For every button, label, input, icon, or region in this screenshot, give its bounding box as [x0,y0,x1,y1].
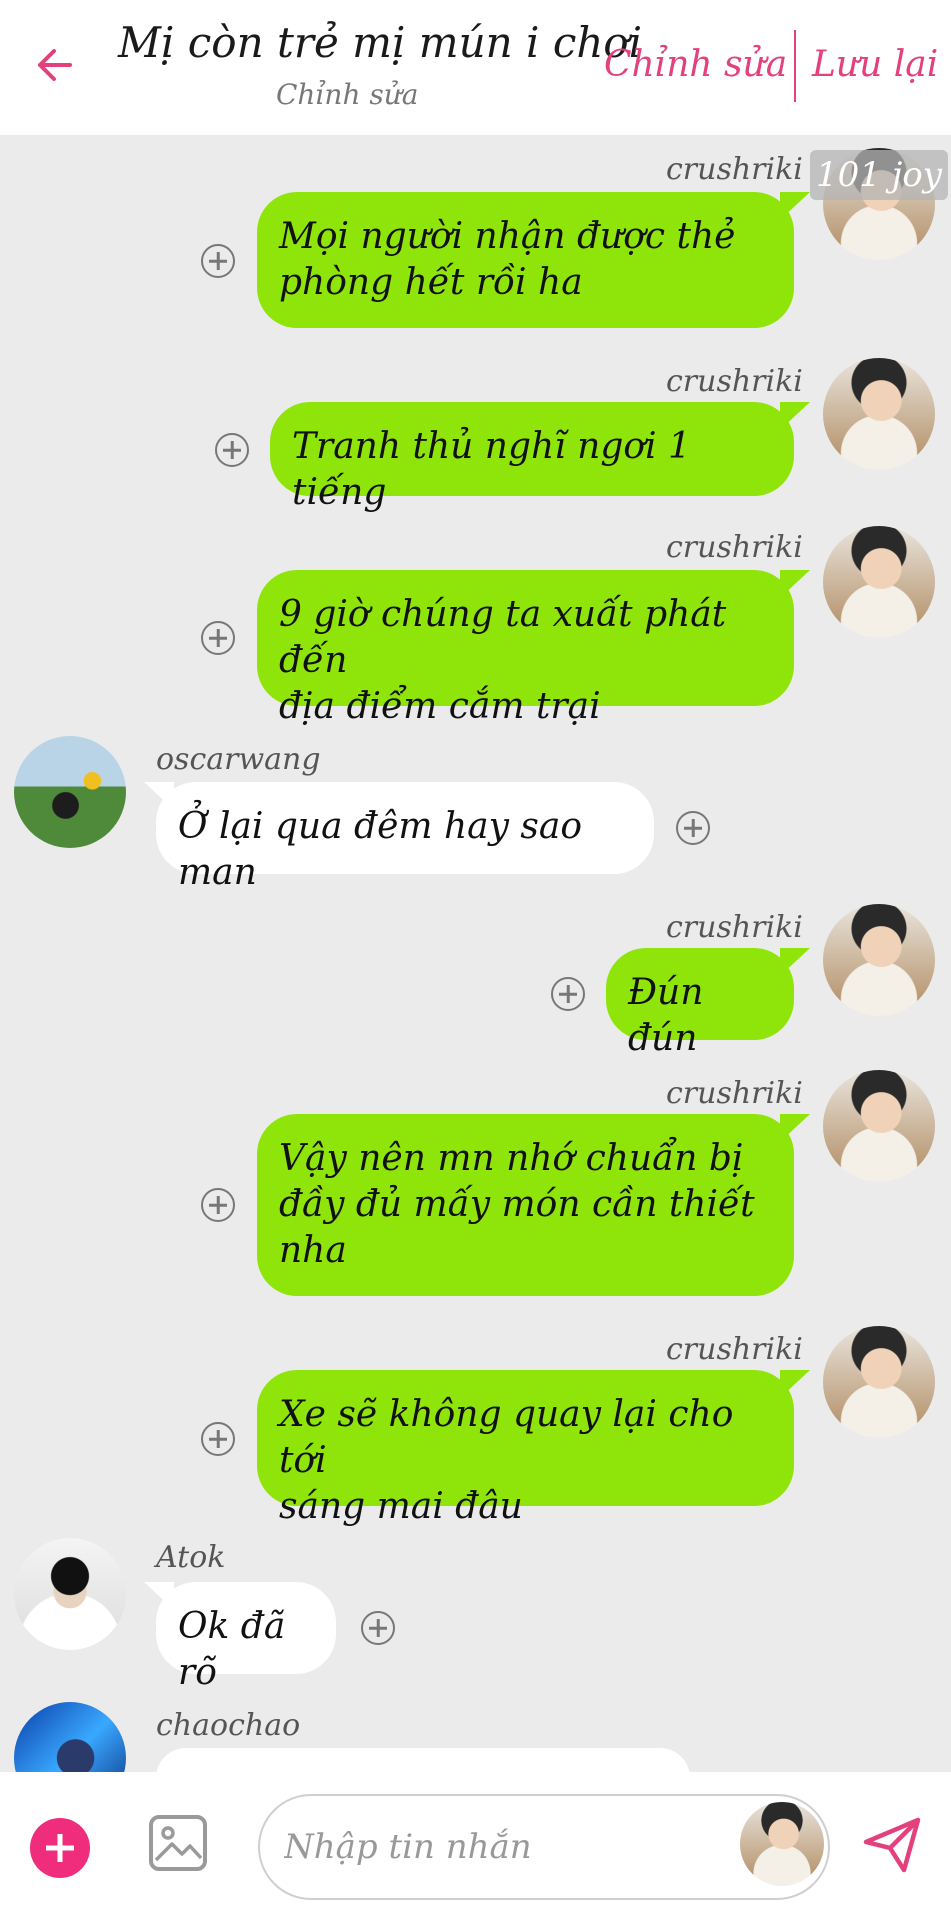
message-sender: crushriki [666,1076,803,1111]
avatar[interactable] [14,736,126,848]
add-reaction-button[interactable] [676,811,710,845]
header-divider [794,30,796,102]
avatar[interactable] [823,1070,935,1182]
add-reaction-button[interactable] [201,1188,235,1222]
message-sender: chaochao [156,1708,301,1743]
message-sender: Atok [156,1540,226,1575]
message-sender: crushriki [666,910,803,945]
avatar[interactable] [823,1326,935,1438]
add-reaction-button[interactable] [201,621,235,655]
message-bubble[interactable]: Vậy nên mn nhớ chuẩn bị đầy đủ mấy món c… [257,1114,794,1296]
user-tag: 101 joy [810,150,948,200]
message-bubble[interactable]: Mọi người nhận được thẻ phòng hết rồi ha [257,192,794,328]
avatar[interactable] [14,1538,126,1650]
add-reaction-button[interactable] [551,977,585,1011]
add-reaction-button[interactable] [201,244,235,278]
chat-header: Mị còn trẻ mị mún i chơi Chỉnh sửa Chỉnh… [0,0,951,135]
message-sender: crushriki [666,530,803,565]
message-sender: oscarwang [156,742,321,777]
message-sender: crushriki [666,364,803,399]
avatar[interactable] [823,904,935,1016]
add-reaction-button[interactable] [201,1422,235,1456]
message-sender: crushriki [666,1332,803,1367]
add-icon[interactable] [30,1818,90,1878]
edit-button[interactable]: Chỉnh sửa [604,44,787,85]
message-sender: crushriki [666,152,803,187]
message-bubble[interactable]: Xe sẽ không quay lại cho tới sáng mai đâ… [257,1370,794,1527]
message-bubble[interactable]: Ok đã rõ [156,1582,336,1693]
message-bubble[interactable]: Ở lại qua đêm hay sao man [156,782,654,893]
avatar[interactable] [823,526,935,638]
chat-subtitle[interactable]: Chỉnh sửa [276,78,418,111]
avatar[interactable] [740,1802,824,1886]
message-bubble[interactable]: Đún đún [606,948,794,1059]
add-reaction-button[interactable] [215,433,249,467]
save-button[interactable]: Lưu lại [812,44,938,85]
arrow-left-icon[interactable] [30,40,80,90]
message-bubble[interactable]: 9 giờ chúng ta xuất phát đến địa điểm cắ… [257,570,794,727]
image-icon[interactable] [148,1814,208,1872]
chat-title: Mị còn trẻ mị mún i chơi [118,18,643,67]
add-reaction-button[interactable] [361,1611,395,1645]
avatar[interactable] [823,358,935,470]
message-bubble[interactable]: Tranh thủ nghĩ ngơi 1 tiếng [270,402,794,513]
composer-bar [0,1772,951,1920]
send-icon[interactable] [860,1812,924,1876]
